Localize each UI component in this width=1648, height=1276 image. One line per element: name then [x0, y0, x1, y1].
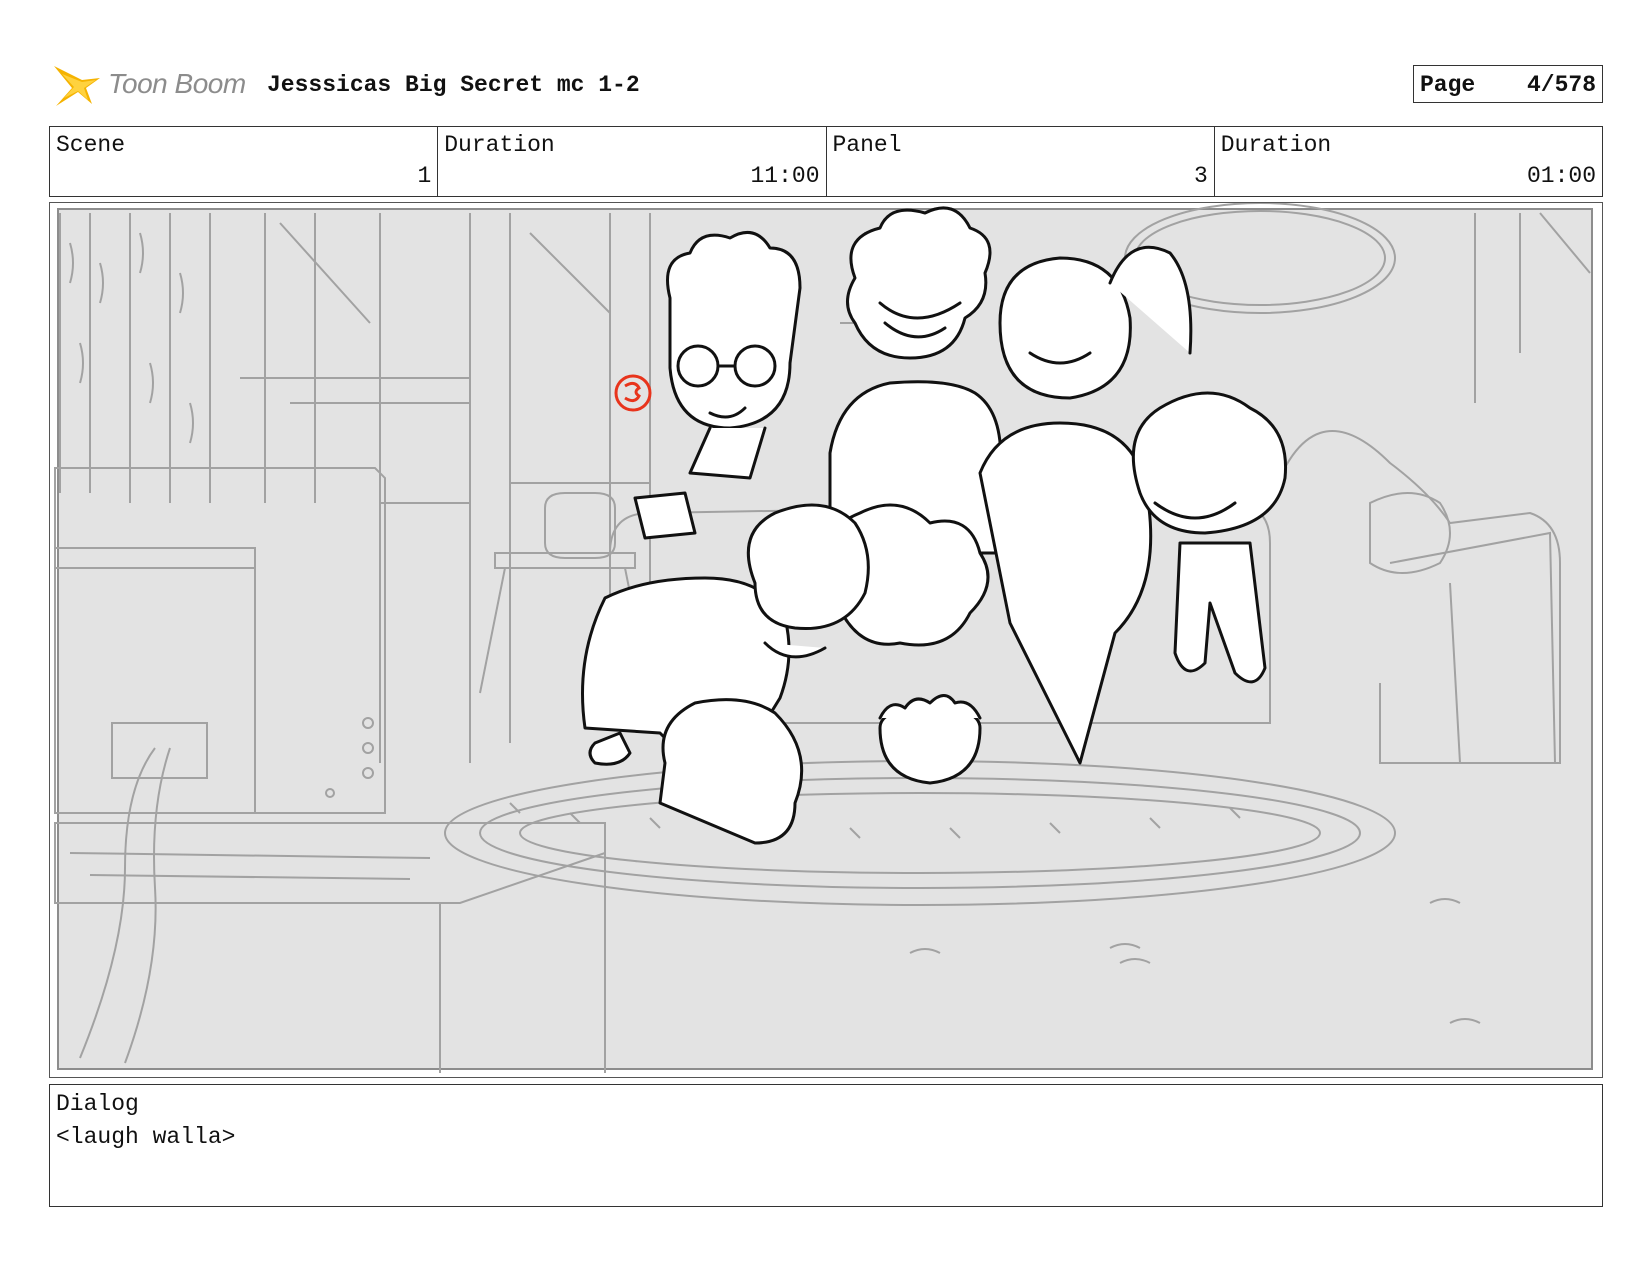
scene-duration-cell: Duration 11:00	[438, 127, 827, 196]
dialog-text: <laugh walla>	[56, 1124, 236, 1150]
panel-sketch	[54, 203, 1593, 1073]
logo-wordmark: Toon Boom	[108, 68, 246, 99]
page-counter: Page 4/578	[1413, 65, 1603, 103]
dialog-label: Dialog	[56, 1091, 139, 1117]
panel-duration-value: 01:00	[1526, 163, 1596, 189]
scene-info-row: Scene 1 Duration 11:00 Panel 3 Duration …	[49, 126, 1603, 197]
panel-duration-cell: Duration 01:00	[1215, 127, 1602, 196]
toon-boom-logo: Toon Boom	[52, 58, 247, 112]
panel-label: Panel	[832, 132, 902, 158]
document-title: Jesssicas Big Secret mc 1-2	[267, 72, 640, 98]
scene-value: 1	[417, 163, 432, 189]
storyboard-panel-image	[49, 202, 1603, 1078]
scene-cell: Scene 1	[50, 127, 439, 196]
toon-boom-star-icon	[54, 66, 100, 106]
page-label: Page	[1420, 72, 1476, 98]
page-value: 4/578	[1526, 72, 1596, 98]
panel-cell: Panel 3	[827, 127, 1215, 196]
scene-duration-value: 11:00	[750, 163, 820, 189]
dialog-box: Dialog <laugh walla>	[49, 1084, 1603, 1207]
panel-duration-label: Duration	[1220, 132, 1332, 158]
storyboard-header: Toon Boom Jesssicas Big Secret mc 1-2 Pa…	[52, 58, 1604, 108]
panel-value: 3	[1193, 163, 1208, 189]
scene-label: Scene	[56, 132, 126, 158]
scene-duration-label: Duration	[444, 132, 555, 158]
